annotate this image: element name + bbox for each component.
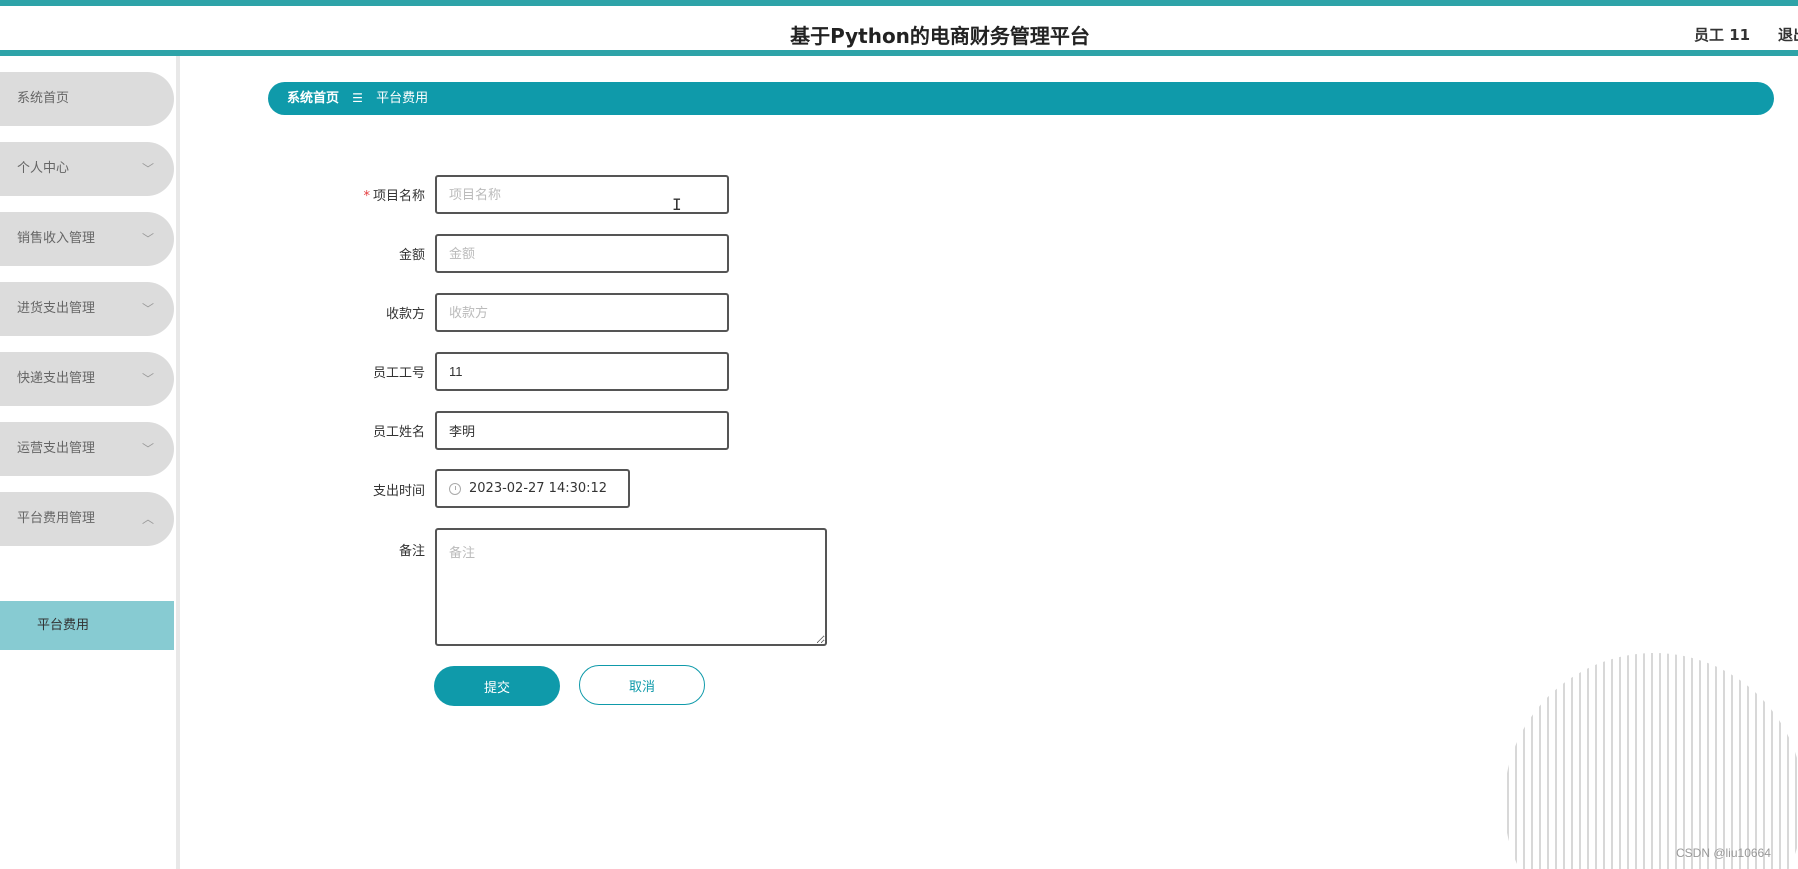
- sidebar-item-purchase-expense[interactable]: 进货支出管理 ﹀: [0, 282, 174, 336]
- clock-icon: [449, 482, 461, 495]
- spend-time-value: 2023-02-27 14:30:12: [469, 481, 608, 496]
- payee-label: 收款方: [385, 307, 425, 322]
- spend-time-picker[interactable]: 2023-02-27 14:30:12: [435, 469, 630, 508]
- sidebar-item-operation-expense[interactable]: 运营支出管理 ﹀: [0, 422, 174, 476]
- sidebar: 系统首页 个人中心 ﹀ 销售收入管理 ﹀ 进货支出管理 ﹀ 快递支出管理 ﹀ 运…: [0, 56, 180, 869]
- payee-input[interactable]: [435, 293, 729, 332]
- chevron-down-icon: ﹀: [141, 302, 154, 316]
- sidebar-item-home[interactable]: 系统首页: [0, 72, 174, 126]
- breadcrumb: 系统首页 ☰ 平台费用: [268, 82, 1774, 115]
- employee-name-input[interactable]: [435, 411, 729, 450]
- submit-button[interactable]: 提交: [434, 666, 560, 706]
- remark-label: 备注: [398, 544, 425, 559]
- chevron-down-icon: ﹀: [141, 162, 154, 176]
- project-name-label: * 项目名称: [363, 189, 425, 204]
- sidebar-item-express-expense[interactable]: 快递支出管理 ﹀: [0, 352, 174, 406]
- sidebar-item-label: 系统首页: [17, 91, 70, 106]
- watermark: CSDN @liu10664: [1676, 846, 1771, 860]
- sidebar-item-label: 快递支出管理: [17, 371, 96, 386]
- decorative-striped-circle: [1507, 653, 1797, 869]
- spend-time-label: 支出时间: [372, 484, 425, 499]
- logout-link[interactable]: 退出: [1778, 24, 1798, 45]
- sidebar-item-label: 运营支出管理: [17, 441, 96, 456]
- breadcrumb-home[interactable]: 系统首页: [287, 82, 339, 115]
- sidebar-item-label: 平台费用管理: [17, 511, 96, 526]
- chevron-down-icon: ﹀: [141, 372, 154, 386]
- current-user: 员工 11: [1694, 26, 1751, 44]
- sidebar-item-personal-center[interactable]: 个人中心 ﹀: [0, 142, 174, 196]
- chevron-up-icon: ︿: [141, 512, 154, 526]
- sidebar-item-sales-income[interactable]: 销售收入管理 ﹀: [0, 212, 174, 266]
- chevron-down-icon: ﹀: [141, 442, 154, 456]
- required-mark: *: [363, 189, 370, 204]
- menu-icon: ☰: [352, 91, 363, 105]
- sidebar-subitem-platform-fee[interactable]: 平台费用: [0, 601, 174, 650]
- cancel-button[interactable]: 取消: [579, 665, 705, 705]
- project-name-input[interactable]: [435, 175, 729, 214]
- employee-id-label: 员工工号: [372, 366, 425, 381]
- employee-id-input[interactable]: [435, 352, 729, 391]
- sidebar-item-platform-fee-management[interactable]: 平台费用管理 ︿: [0, 492, 174, 546]
- app-title: 基于Python的电商财务管理平台: [790, 24, 1090, 48]
- amount-label: 金额: [398, 248, 425, 263]
- app-header: 基于Python的电商财务管理平台 员工 11 退出: [0, 6, 1798, 50]
- amount-input[interactable]: [435, 234, 729, 273]
- sidebar-item-label: 进货支出管理: [17, 301, 96, 316]
- text-cursor-icon: I: [672, 195, 682, 214]
- sidebar-item-label: 销售收入管理: [17, 231, 96, 246]
- remark-textarea[interactable]: [435, 528, 827, 646]
- sidebar-item-label: 个人中心: [17, 161, 70, 176]
- employee-name-label: 员工姓名: [372, 425, 425, 440]
- breadcrumb-current: 平台费用: [376, 91, 429, 106]
- chevron-down-icon: ﹀: [141, 232, 154, 246]
- header-accent-bar: [0, 50, 1798, 56]
